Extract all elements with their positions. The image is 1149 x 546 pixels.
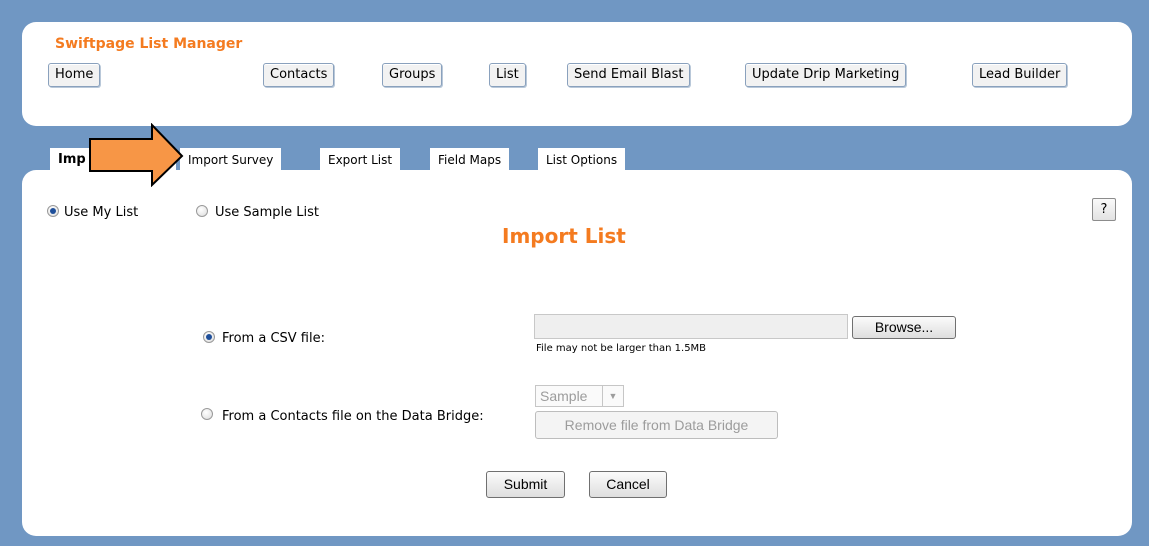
data-bridge-radio[interactable] [201,408,213,420]
csv-radio[interactable] [203,331,215,343]
tab-export-list[interactable]: Export List [320,148,401,170]
use-sample-list-radio[interactable] [196,205,208,217]
update-drip-marketing-button[interactable]: Update Drip Marketing [745,63,907,87]
tab-import-survey[interactable]: Import Survey [180,148,282,170]
data-bridge-label: From a Contacts file on the Data Bridge: [222,409,484,424]
lead-builder-button[interactable]: Lead Builder [972,63,1068,87]
header-panel: Swiftpage List Manager Home Contacts Gro… [22,22,1132,126]
use-my-list-label: Use My List [64,205,139,220]
data-bridge-select[interactable]: Sample ▼ [535,385,624,407]
use-my-list-radio[interactable] [47,205,59,217]
chevron-down-icon: ▼ [602,386,623,406]
remove-file-button[interactable]: Remove file from Data Bridge [535,411,778,439]
groups-button[interactable]: Groups [382,63,443,87]
cancel-button[interactable]: Cancel [589,471,667,498]
help-button[interactable]: ? [1092,198,1116,221]
browse-button[interactable]: Browse... [852,316,956,339]
csv-label: From a CSV file: [222,331,325,346]
tab-field-maps[interactable]: Field Maps [430,148,510,170]
tab-import-list-label: Imp [58,152,86,167]
page-title: Import List [502,224,626,248]
use-sample-list-label: Use Sample List [215,205,320,220]
tab-list-options[interactable]: List Options [538,148,626,170]
file-path-field[interactable] [534,314,848,339]
submit-button[interactable]: Submit [486,471,565,498]
file-size-note: File may not be larger than 1.5MB [536,343,707,354]
list-button[interactable]: List [489,63,526,87]
contacts-button[interactable]: Contacts [263,63,335,87]
home-button[interactable]: Home [48,63,101,87]
arrow-right-icon [89,123,184,187]
app-title: Swiftpage List Manager [55,36,243,52]
data-bridge-select-value: Sample [540,388,588,404]
send-email-blast-button[interactable]: Send Email Blast [567,63,691,87]
